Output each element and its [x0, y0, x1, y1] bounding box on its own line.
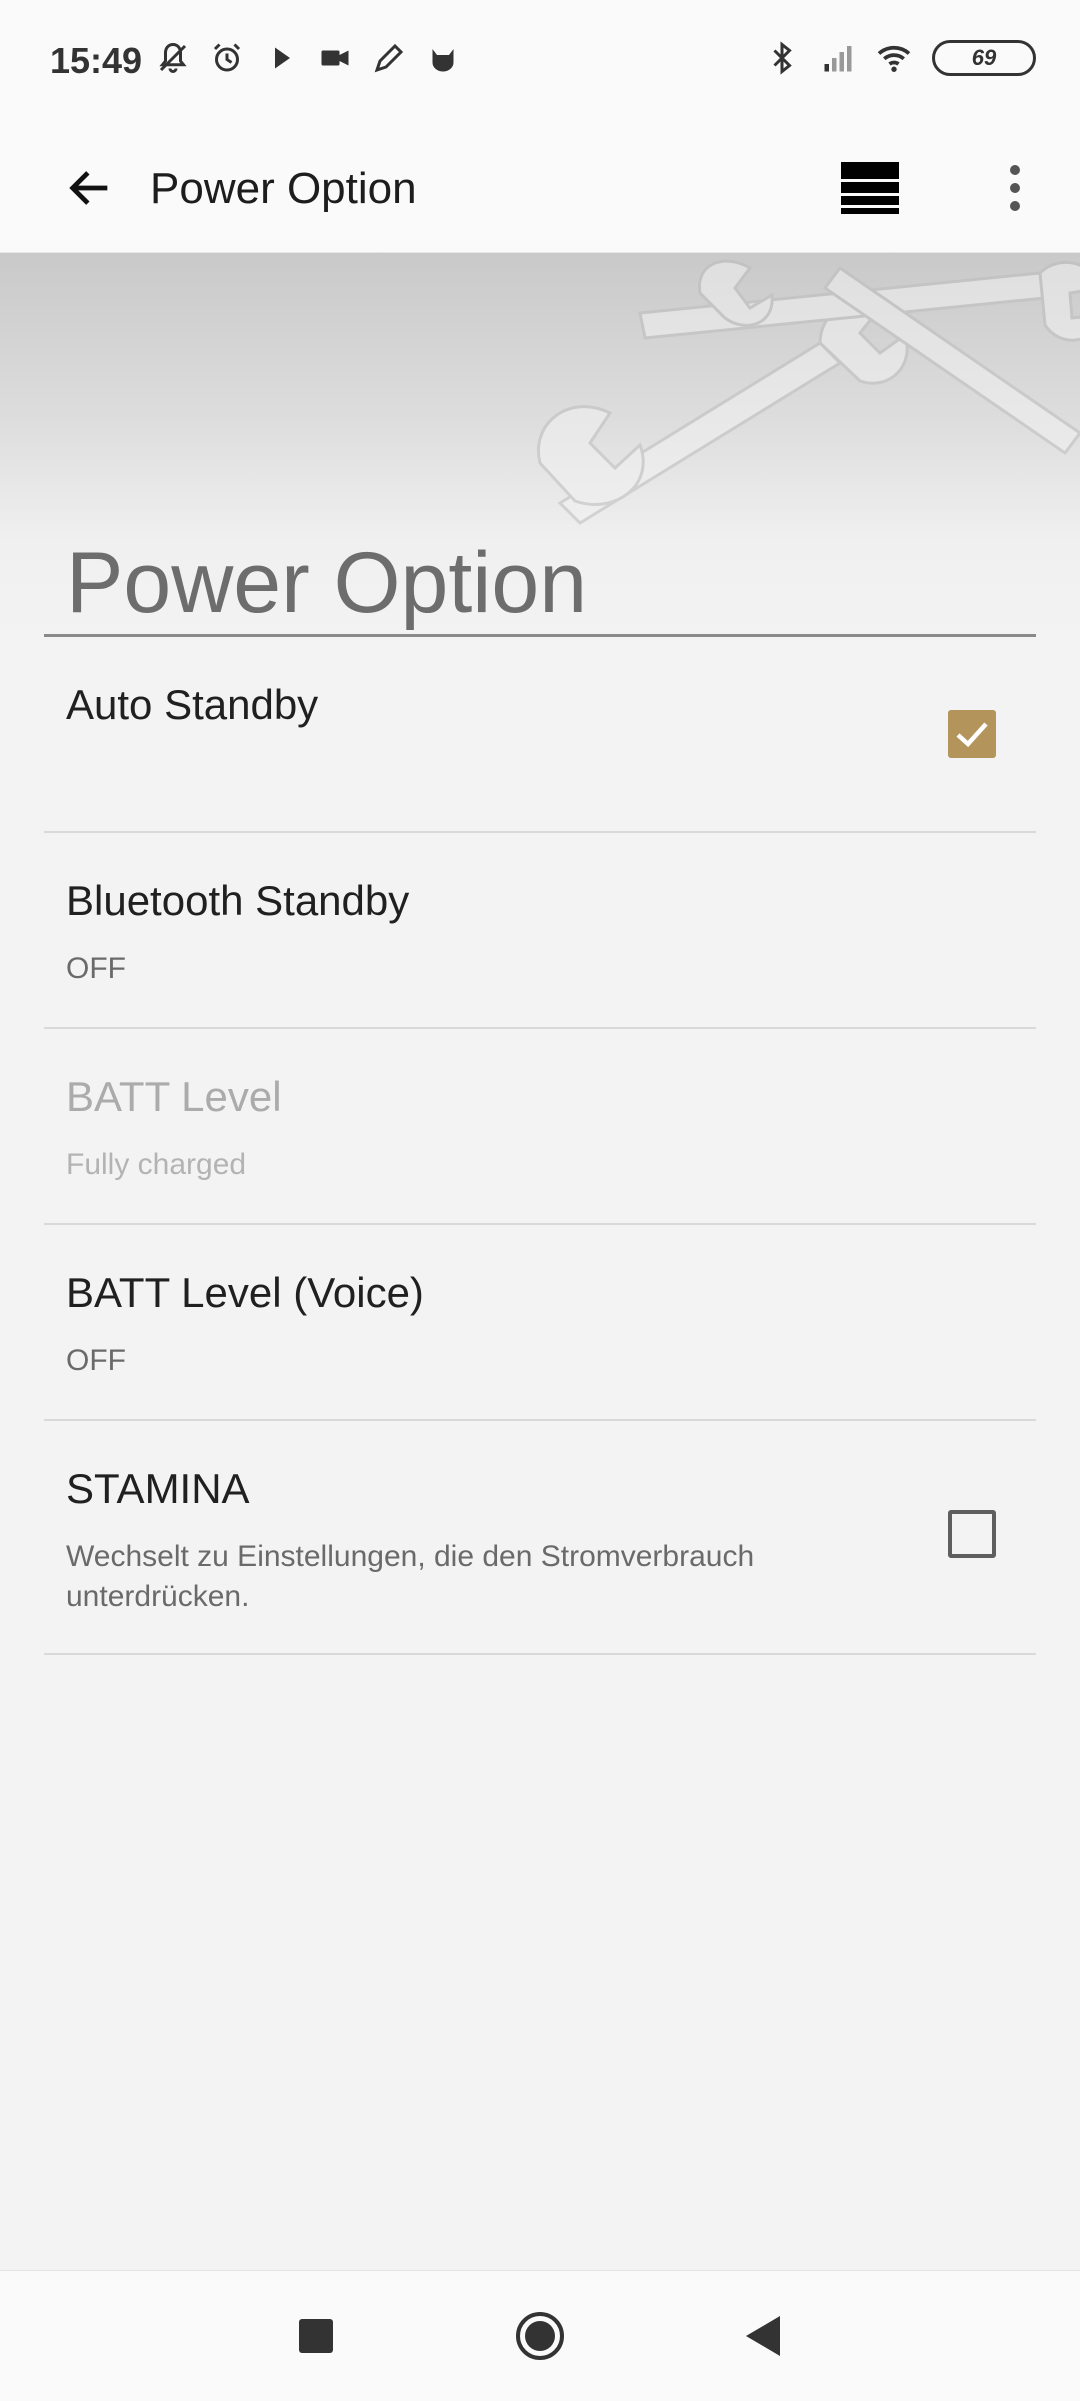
stamina-checkbox[interactable]: [948, 1510, 996, 1558]
setting-summary: Wechselt zu Einstellungen, die den Strom…: [66, 1540, 755, 1613]
square-icon: [299, 2319, 333, 2353]
video-camera-icon: [321, 50, 349, 66]
setting-batt-level-voice[interactable]: BATT Level (Voice) OFF: [44, 1225, 1036, 1421]
alarm-icon: [213, 43, 241, 72]
list-view-button[interactable]: [830, 148, 910, 228]
setting-summary: OFF: [66, 1344, 126, 1377]
page-title: Power Option: [150, 164, 417, 213]
setting-summary: Fully charged: [66, 1148, 247, 1181]
play-icon: [275, 47, 290, 69]
pencil-icon: [374, 43, 404, 73]
wrench-illustration: [537, 259, 1080, 525]
battery-level: 69: [971, 45, 997, 70]
status-right-icons: 69: [764, 40, 1036, 76]
home-button[interactable]: [500, 2296, 580, 2376]
circle-home-icon: [516, 2312, 564, 2360]
battery-indicator: 69: [932, 40, 1036, 76]
status-bar: 15:49 69: [0, 0, 1080, 126]
app-bar: Power Option: [0, 126, 1080, 253]
more-options-button[interactable]: [980, 148, 1050, 228]
navigation-bar: [0, 2270, 1080, 2401]
setting-stamina[interactable]: STAMINA Wechselt zu Einstellungen, die d…: [44, 1421, 1036, 1655]
back-button[interactable]: [52, 150, 128, 226]
status-left-icons: [155, 40, 461, 76]
header-banner: Power Option: [0, 253, 1080, 638]
banner-title: Power Option: [66, 535, 588, 631]
status-time: 15:49: [50, 40, 143, 81]
nav-back-button[interactable]: [722, 2296, 802, 2376]
more-vertical-icon: [1010, 165, 1020, 211]
list-view-icon: [841, 162, 899, 214]
notifications-off-icon: [159, 42, 187, 73]
setting-auto-standby[interactable]: Auto Standby: [44, 637, 1036, 833]
setting-title: Auto Standby: [66, 681, 319, 728]
triangle-back-icon: [746, 2316, 780, 2356]
setting-title: STAMINA: [66, 1465, 250, 1512]
setting-title: BATT Level: [66, 1073, 282, 1120]
cellular-signal-icon: [824, 46, 852, 72]
setting-title: Bluetooth Standby: [66, 877, 410, 924]
setting-title: BATT Level (Voice): [66, 1269, 424, 1316]
checkmark-icon: [956, 722, 988, 748]
wifi-icon: [877, 45, 911, 72]
cat-icon: [432, 49, 454, 72]
auto-standby-checkbox[interactable]: [948, 710, 996, 758]
setting-batt-level: BATT Level Fully charged: [44, 1029, 1036, 1225]
recents-button[interactable]: [276, 2296, 356, 2376]
setting-bluetooth-standby[interactable]: Bluetooth Standby OFF: [44, 833, 1036, 1029]
setting-summary: OFF: [66, 952, 126, 985]
bluetooth-icon: [773, 41, 792, 75]
arrow-back-icon: [69, 171, 108, 205]
settings-list: Auto Standby Bluetooth Standby OFF BATT …: [44, 637, 1036, 1655]
